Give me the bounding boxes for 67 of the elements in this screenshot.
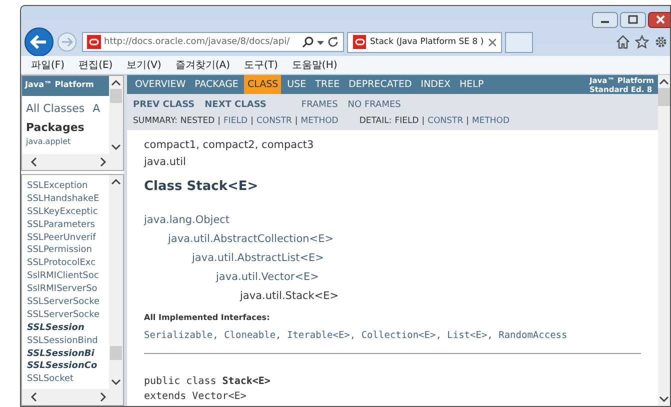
hierarchy-link[interactable]: java.util.AbstractCollection<E> [168, 232, 334, 246]
section-label: SUMMARY: [133, 116, 178, 126]
separator: | [218, 116, 220, 126]
menu-item[interactable]: 편집(E) [78, 58, 113, 72]
interfaces-heading: All Implemented Interfaces: [144, 313, 271, 322]
menu-item[interactable]: 도움말(H) [292, 58, 338, 72]
hierarchy-link[interactable]: java.util.Stack<E> [240, 289, 339, 303]
class-declaration: extends Vector<E> [144, 390, 248, 404]
hierarchy-link[interactable]: java.lang.Object [144, 213, 230, 227]
frame-header: Java™ Platform [22, 76, 109, 96]
separator: | [250, 116, 254, 126]
class-nav-link[interactable]: NEXT CLASS [204, 100, 266, 110]
section-link[interactable]: CONSTR [256, 116, 292, 126]
class-list-item[interactable]: SSLServerSocke [27, 308, 109, 322]
section-link[interactable]: CONSTR [428, 116, 464, 126]
nav-link[interactable]: PACKAGE [192, 75, 242, 94]
nav-link[interactable]: INDEX [418, 75, 454, 94]
hierarchy-link[interactable]: java.util.Vector<E> [216, 270, 319, 284]
nav-link[interactable]: CLASS [244, 75, 282, 94]
browser-tab[interactable]: Stack (Java Platform SE 8 ) [347, 32, 502, 52]
nav-link[interactable]: DEPRECATED [346, 75, 415, 94]
frames-link[interactable]: FRAMES [301, 100, 338, 110]
frames-link[interactable]: NO FRAMES [348, 100, 401, 110]
nav-link[interactable]: OVERVIEW [132, 75, 189, 94]
class-list-item[interactable]: SSLHandshakeE [27, 192, 109, 206]
interface-list-item[interactable]: SSLSession [27, 322, 109, 335]
interface-list-item[interactable]: SSLSessionBi [27, 348, 109, 360]
menu-item[interactable]: 파일(F) [31, 58, 65, 72]
section-link[interactable]: FIELD [224, 116, 248, 126]
section-link[interactable]: METHOD [472, 116, 510, 126]
nav-link[interactable]: HELP [456, 75, 487, 94]
separator: | [466, 116, 469, 126]
section-label: DETAIL: [359, 116, 392, 126]
section-label: FIELD [394, 116, 419, 126]
packages-heading: Packages [25, 120, 86, 134]
class-list-item[interactable]: SSLParameters [27, 218, 109, 232]
class-list-item[interactable]: SSLPeerUnverif [27, 232, 109, 244]
interface-list-item[interactable]: SSLSessionCo [27, 360, 109, 374]
menu-item[interactable]: 도구(T) [244, 58, 278, 72]
separator: | [294, 116, 298, 126]
menu-item[interactable]: 보기(V) [126, 58, 162, 72]
class-list-item[interactable]: SSLProtocolExc [27, 257, 109, 270]
class-list-item[interactable]: SSLKeyExceptic [27, 206, 109, 219]
class-list-item[interactable]: SslRMIClientSoc [27, 270, 109, 284]
separator: | [422, 116, 425, 126]
frame-link[interactable]: All Classes [26, 102, 85, 115]
nav-link[interactable]: USE [284, 75, 310, 94]
class-list-item[interactable]: SSLServerSocke [27, 296, 109, 309]
package-name: java.util [144, 155, 187, 170]
class-list-item[interactable]: SslRMIServerSo [27, 283, 109, 296]
frame-link[interactable]: A [92, 102, 100, 115]
address-field[interactable]: http://docs.oracle.com/javase/8/docs/api/ [82, 32, 344, 52]
menu-item[interactable]: 즐겨찾기(A) [175, 58, 230, 72]
hierarchy-link[interactable]: java.util.AbstractList<E> [192, 251, 324, 265]
class-list-item[interactable]: SSLException [27, 180, 109, 193]
profiles-text: compact1, compact2, compact3 [144, 138, 315, 153]
package-list-item[interactable]: java.applet [22, 134, 109, 146]
class-nav-link[interactable]: PREV CLASS [133, 100, 195, 110]
nav-link[interactable]: TREE [312, 75, 343, 94]
section-label: NESTED [180, 116, 215, 126]
class-declaration: public class Stack<E> [144, 375, 272, 389]
class-list-item[interactable]: SSLPermission [27, 244, 109, 258]
section-link[interactable]: METHOD [300, 116, 338, 126]
class-list-item[interactable]: SSLSocket [27, 373, 109, 386]
class-title: Class Stack<E> [144, 179, 260, 194]
interfaces-list[interactable]: Serializable, Cloneable, Iterable<E>, Collection<E>, List<E>, RandomAccess [144, 330, 641, 341]
class-list-item[interactable]: SSLSessionBind [27, 334, 109, 348]
